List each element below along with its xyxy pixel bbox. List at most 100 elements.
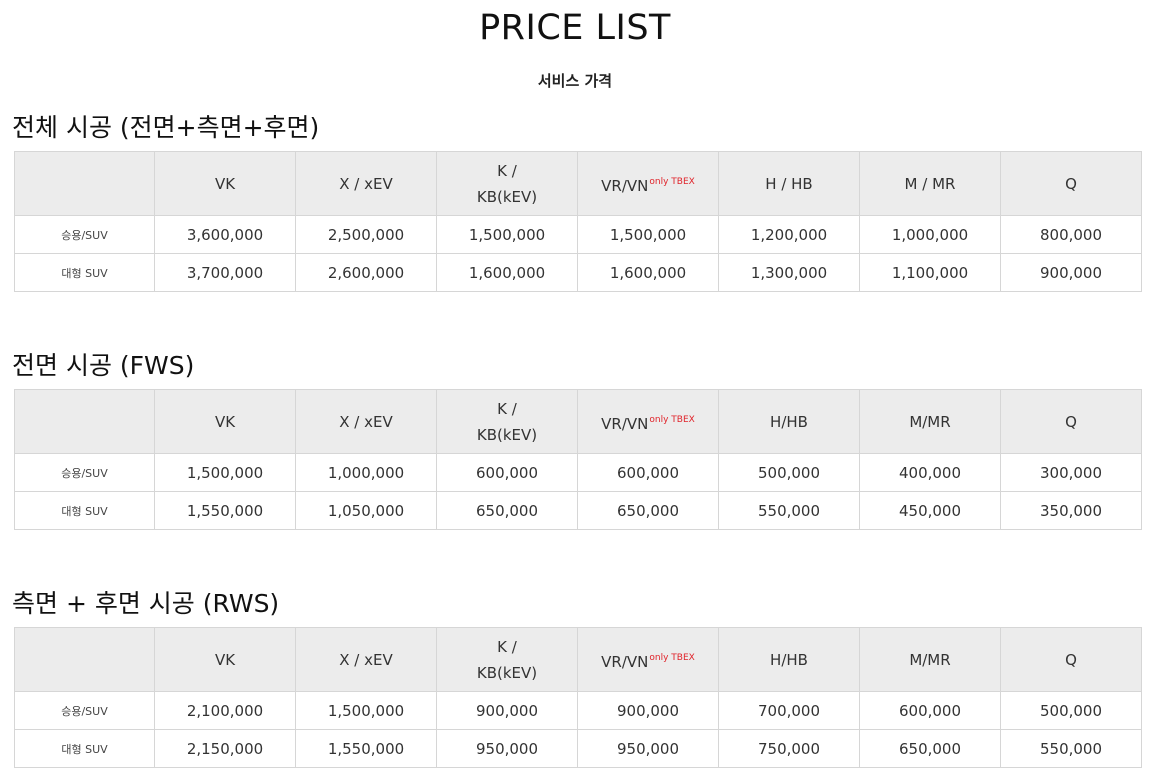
- price-cell: 1,100,000: [859, 253, 1001, 292]
- section-title-rear: 측면 + 후면 시공 (RWS): [12, 589, 280, 618]
- price-cell: 700,000: [718, 691, 860, 730]
- price-cell: 1,500,000: [295, 691, 437, 730]
- table-row: 승용/SUV 2,100,000 1,500,000 900,000 900,0…: [14, 691, 1142, 730]
- header-vr-note: only TBEX: [649, 176, 695, 187]
- header-k: K / KB(kEV): [436, 627, 578, 692]
- header-q: Q: [1000, 151, 1142, 216]
- price-cell: 2,500,000: [295, 215, 437, 254]
- header-vr-label: VR/VN: [601, 176, 649, 195]
- header-vr-note: only TBEX: [649, 652, 695, 663]
- row-label: 승용/SUV: [14, 691, 155, 730]
- header-empty-cell: [14, 627, 155, 692]
- price-cell: 950,000: [436, 729, 578, 768]
- header-k-line1: K /: [497, 399, 517, 418]
- table-row: 대형 SUV 1,550,000 1,050,000 650,000 650,0…: [14, 491, 1142, 530]
- price-cell: 450,000: [859, 491, 1001, 530]
- price-cell: 1,500,000: [577, 215, 719, 254]
- header-vk: VK: [154, 627, 296, 692]
- price-cell: 750,000: [718, 729, 860, 768]
- table-row: 승용/SUV 3,600,000 2,500,000 1,500,000 1,5…: [14, 215, 1142, 254]
- price-cell: 1,600,000: [436, 253, 578, 292]
- price-cell: 2,100,000: [154, 691, 296, 730]
- price-table-rear: VK X / xEV K / KB(kEV) VR/VNonly TBEX H/H…: [14, 627, 1142, 768]
- price-cell: 550,000: [718, 491, 860, 530]
- header-vr: VR/VNonly TBEX: [577, 151, 719, 216]
- price-cell: 600,000: [577, 453, 719, 492]
- price-cell: 3,600,000: [154, 215, 296, 254]
- page-subtitle: 서비스 가격: [537, 72, 613, 90]
- price-cell: 1,550,000: [154, 491, 296, 530]
- header-k: K / KB(kEV): [436, 151, 578, 216]
- price-cell: 500,000: [718, 453, 860, 492]
- header-m: M / MR: [859, 151, 1001, 216]
- price-cell: 600,000: [436, 453, 578, 492]
- price-cell: 400,000: [859, 453, 1001, 492]
- row-label: 대형 SUV: [14, 253, 155, 292]
- price-table-front: VK X / xEV K / KB(kEV) VR/VNonly TBEX H/H…: [14, 389, 1142, 530]
- price-cell: 550,000: [1000, 729, 1142, 768]
- row-label: 대형 SUV: [14, 729, 155, 768]
- header-k-line1: K /: [497, 161, 517, 180]
- price-cell: 800,000: [1000, 215, 1142, 254]
- table-row: 승용/SUV 1,500,000 1,000,000 600,000 600,0…: [14, 453, 1142, 492]
- header-empty-cell: [14, 389, 155, 454]
- header-vr-note: only TBEX: [649, 414, 695, 425]
- price-cell: 2,600,000: [295, 253, 437, 292]
- row-label: 승용/SUV: [14, 215, 155, 254]
- price-cell: 600,000: [859, 691, 1001, 730]
- price-cell: 900,000: [1000, 253, 1142, 292]
- header-vr-label: VR/VN: [601, 414, 649, 433]
- header-empty-cell: [14, 151, 155, 216]
- header-m: M/MR: [859, 627, 1001, 692]
- price-table-full: VK X / xEV K / KB(kEV) VR/VNonly TBEX H /…: [14, 151, 1142, 292]
- header-x: X / xEV: [295, 151, 437, 216]
- header-x: X / xEV: [295, 627, 437, 692]
- price-cell: 500,000: [1000, 691, 1142, 730]
- table-header-row: VK X / xEV K / KB(kEV) VR/VNonly TBEX H /…: [14, 151, 1142, 216]
- header-k-line2: KB(kEV): [476, 663, 538, 682]
- header-m: M/MR: [859, 389, 1001, 454]
- price-cell: 1,000,000: [859, 215, 1001, 254]
- header-x: X / xEV: [295, 389, 437, 454]
- price-cell: 2,150,000: [154, 729, 296, 768]
- price-cell: 1,500,000: [436, 215, 578, 254]
- header-q: Q: [1000, 389, 1142, 454]
- price-cell: 650,000: [436, 491, 578, 530]
- price-cell: 950,000: [577, 729, 719, 768]
- header-h: H/HB: [718, 389, 860, 454]
- price-cell: 1,300,000: [718, 253, 860, 292]
- price-cell: 300,000: [1000, 453, 1142, 492]
- row-label: 대형 SUV: [14, 491, 155, 530]
- header-h: H / HB: [718, 151, 860, 216]
- header-vr: VR/VNonly TBEX: [577, 389, 719, 454]
- price-cell: 650,000: [859, 729, 1001, 768]
- price-cell: 350,000: [1000, 491, 1142, 530]
- table-row: 대형 SUV 2,150,000 1,550,000 950,000 950,0…: [14, 729, 1142, 768]
- price-cell: 650,000: [577, 491, 719, 530]
- price-cell: 900,000: [577, 691, 719, 730]
- header-h: H/HB: [718, 627, 860, 692]
- price-cell: 1,500,000: [154, 453, 296, 492]
- header-vr-label: VR/VN: [601, 652, 649, 671]
- table-header-row: VK X / xEV K / KB(kEV) VR/VNonly TBEX H/H…: [14, 627, 1142, 692]
- header-k-line2: KB(kEV): [476, 425, 538, 444]
- header-k-line1: K /: [497, 637, 517, 656]
- header-k: K / KB(kEV): [436, 389, 578, 454]
- row-label: 승용/SUV: [14, 453, 155, 492]
- section-title-full: 전체 시공 (전면+측면+후면): [12, 113, 320, 142]
- price-cell: 900,000: [436, 691, 578, 730]
- price-cell: 3,700,000: [154, 253, 296, 292]
- price-cell: 1,000,000: [295, 453, 437, 492]
- header-k-line2: KB(kEV): [476, 187, 538, 206]
- header-vr: VR/VNonly TBEX: [577, 627, 719, 692]
- header-vk: VK: [154, 151, 296, 216]
- price-cell: 1,200,000: [718, 215, 860, 254]
- table-header-row: VK X / xEV K / KB(kEV) VR/VNonly TBEX H/H…: [14, 389, 1142, 454]
- table-row: 대형 SUV 3,700,000 2,600,000 1,600,000 1,6…: [14, 253, 1142, 292]
- price-cell: 1,600,000: [577, 253, 719, 292]
- price-cell: 1,050,000: [295, 491, 437, 530]
- page-title: PRICE LIST: [479, 8, 671, 48]
- price-cell: 1,550,000: [295, 729, 437, 768]
- section-title-front: 전면 시공 (FWS): [12, 351, 195, 380]
- header-vk: VK: [154, 389, 296, 454]
